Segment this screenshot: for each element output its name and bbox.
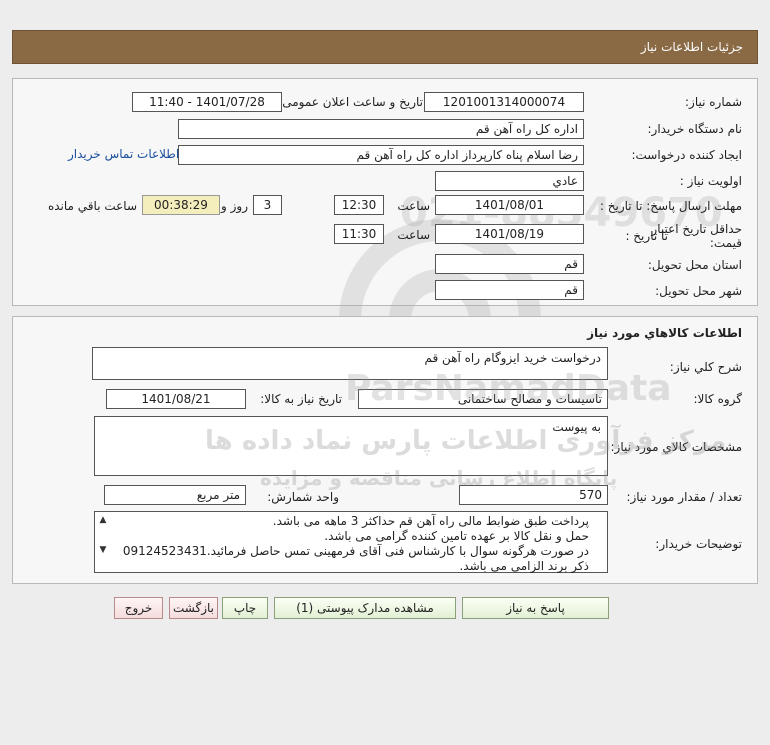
notes-line-3: در صورت هرگونه سوال با کارشناس فنی آقای … <box>122 544 589 558</box>
days-field: 3 <box>253 195 282 215</box>
unit-field: متر مربع <box>104 485 246 505</box>
notes-box[interactable]: ▲ ▼ پرداخت طبق ضوابط مالی راه آهن قم حدا… <box>94 511 608 573</box>
qty-label: تعداد / مقدار مورد نیاز: <box>626 490 742 504</box>
page-header: جزئيات اطلاعات نیاز <box>12 30 758 64</box>
group-label: گروه کالا: <box>693 392 743 406</box>
province-field: قم <box>435 254 584 274</box>
announce-datetime-label: تاریخ و ساعت اعلان عمومی: <box>278 95 423 109</box>
deadline-time-label: ساعت <box>397 199 430 213</box>
exit-button[interactable]: خروج <box>114 597 163 619</box>
page-title: جزئيات اطلاعات نیاز <box>640 40 743 54</box>
creator-label: ایجاد کننده درخواست: <box>631 148 742 162</box>
scroll-down-icon[interactable]: ▼ <box>97 544 109 556</box>
need-date-label: تاریخ نیاز به کالا: <box>260 392 342 406</box>
days-label: روز و <box>221 199 248 213</box>
summary-field: درخواست خرید ایزوگام راه آهن قم <box>92 347 608 380</box>
priority-label: اولویت نیاز : <box>679 174 742 188</box>
summary-label: شرح کلي نياز: <box>669 360 742 374</box>
validity-to-label: تا تاریخ : <box>625 229 668 243</box>
scroll-up-icon[interactable]: ▲ <box>97 514 109 526</box>
validity-time-field: 11:30 <box>334 224 384 244</box>
city-field: قم <box>435 280 584 300</box>
qty-field: 570 <box>459 485 608 505</box>
need-number-field: 1201001314000074 <box>424 92 584 112</box>
deadline-date-field: 1401/08/01 <box>435 195 584 215</box>
notes-label: توضیحات خریدار: <box>655 537 742 551</box>
back-button[interactable]: بازگشت <box>169 597 218 619</box>
validity-time-label: ساعت <box>397 228 430 242</box>
province-label: استان محل تحویل: <box>647 258 742 272</box>
notes-line-1: پرداخت طبق ضوابط مالی راه آهن قم حداکثر … <box>272 514 589 528</box>
unit-label: واحد شمارش: <box>267 490 339 504</box>
buyer-contact-link[interactable]: اطلاعات تماس خریدار <box>68 147 179 161</box>
need-date-field: 1401/08/21 <box>106 389 246 409</box>
deadline-label: مهلت ارسال پاسخ: تا تاریخ : <box>599 199 742 213</box>
group-field: تاسیسات و مصالح ساختمانی <box>358 389 608 409</box>
buyer-field: اداره کل راه آهن قم <box>178 119 584 139</box>
creator-field: رضا اسلام پناه کارپرداز اداره کل راه آهن… <box>178 145 584 165</box>
remaining-label: ساعت باقي مانده <box>47 199 137 213</box>
notes-scrollbar[interactable]: ▲ ▼ <box>97 514 109 570</box>
remaining-time-field: 00:38:29 <box>142 195 220 215</box>
notes-text: پرداخت طبق ضوابط مالی راه آهن قم حداکثر … <box>119 514 589 574</box>
buyer-label: نام دستگاه خریدار: <box>647 122 743 136</box>
print-button[interactable]: چاپ <box>222 597 268 619</box>
validity-label-2: قیمت: <box>709 236 742 250</box>
announce-datetime-field: 1401/07/28 - 11:40 <box>132 92 282 112</box>
validity-date-field: 1401/08/19 <box>435 224 584 244</box>
attachments-button[interactable]: مشاهده مدارک پیوستی (1) <box>274 597 456 619</box>
need-number-label: شماره نیاز: <box>685 95 742 109</box>
priority-field: عادي <box>435 171 584 191</box>
reply-button[interactable]: پاسخ به نیاز <box>462 597 609 619</box>
specs-label: مشخصات کالاي مورد نياز: <box>610 440 742 454</box>
specs-field: به پیوست <box>94 416 608 476</box>
notes-line-4: ذکر برند الزامی می باشد. <box>459 559 589 573</box>
deadline-time-field: 12:30 <box>334 195 384 215</box>
notes-line-2: حمل و نقل کالا بر عهده تامین کننده گرامی… <box>324 529 589 543</box>
city-label: شهر محل تحویل: <box>655 284 742 298</box>
goods-section-title: اطلاعات کالاهاي مورد نياز <box>587 326 742 340</box>
